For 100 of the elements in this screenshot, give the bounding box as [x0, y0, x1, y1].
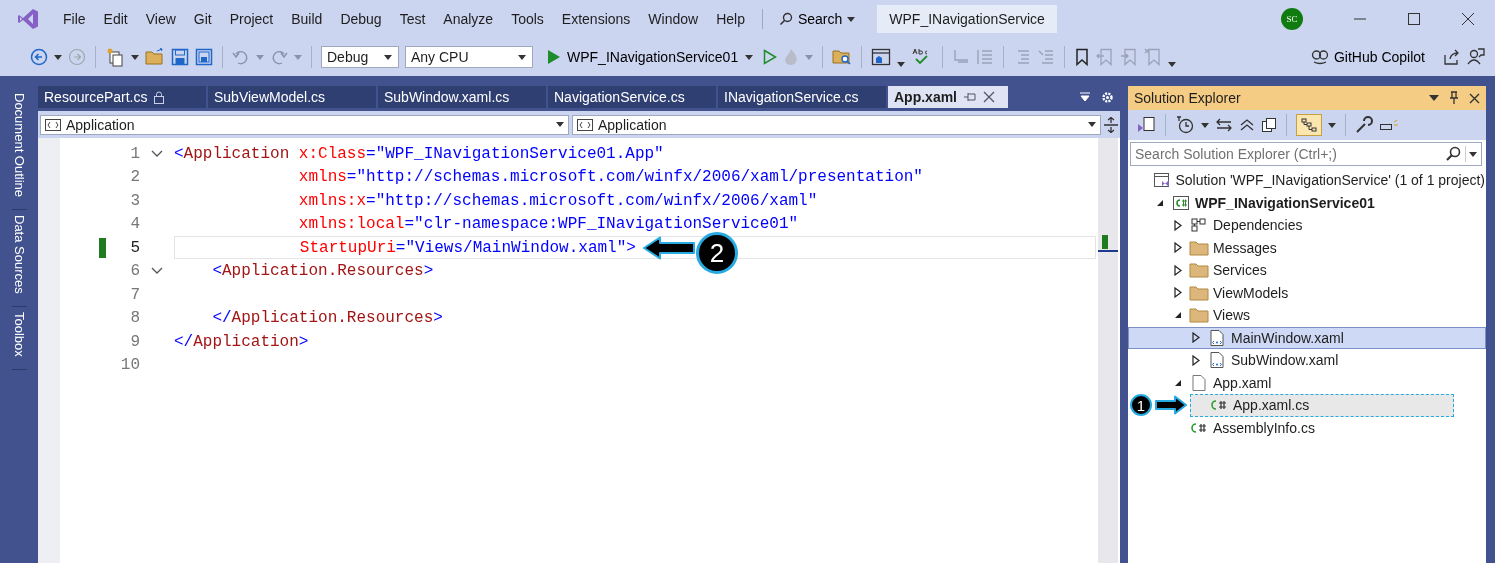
menu-item[interactable]: Build: [282, 11, 332, 27]
menu-item[interactable]: Project: [220, 11, 283, 27]
caret-icon[interactable]: [131, 54, 139, 60]
collapse-all-icon[interactable]: [1239, 118, 1255, 132]
history-icon[interactable]: [1175, 116, 1195, 134]
tree-item[interactable]: Services: [1128, 259, 1486, 282]
tree-item[interactable]: ViewModels: [1128, 281, 1486, 304]
expanded-arrow-icon[interactable]: [1156, 198, 1164, 207]
tree-label: Solution 'WPF_INavigationService' (1 of 1 project): [1175, 172, 1485, 189]
scrollbar[interactable]: [1098, 138, 1118, 563]
menu-item[interactable]: View: [136, 11, 185, 27]
dropdown-icon[interactable]: [1429, 94, 1439, 102]
close-icon[interactable]: [1461, 12, 1475, 26]
menu-item[interactable]: Tools: [502, 11, 553, 27]
collapsed-arrow-icon[interactable]: [1174, 264, 1182, 276]
menu-item[interactable]: File: [54, 11, 95, 27]
caret-icon[interactable]: [1168, 61, 1177, 67]
caret-icon[interactable]: [1201, 122, 1209, 128]
menu-item[interactable]: Git: [184, 11, 221, 27]
configuration-dropdown[interactable]: Debug: [321, 46, 399, 68]
run-icon[interactable]: [763, 49, 778, 65]
document-tab[interactable]: SubWindow.xaml.cs: [378, 86, 546, 108]
feedback-icon[interactable]: [1467, 48, 1485, 66]
expanded-arrow-icon[interactable]: [1174, 311, 1182, 320]
collapsed-arrow-icon[interactable]: [1192, 332, 1200, 344]
navigation-dropdown[interactable]: Application: [572, 114, 1101, 135]
pin-icon[interactable]: [963, 91, 977, 103]
tree-item[interactable]: Solution 'WPF_INavigationService' (1 of 1 project): [1128, 169, 1486, 192]
tree-item[interactable]: App.xaml: [1128, 371, 1486, 394]
close-icon[interactable]: [983, 91, 995, 103]
user-avatar[interactable]: SC: [1281, 8, 1303, 30]
side-tab[interactable]: Data Sources: [11, 212, 27, 307]
line-number: 8: [129, 309, 140, 328]
menu-item[interactable]: Window: [639, 11, 708, 27]
side-tab[interactable]: Document Outline: [11, 90, 27, 211]
tree-item[interactable]: WPF_INavigationService01: [1128, 191, 1486, 214]
tab-list-icon[interactable]: [1079, 91, 1091, 103]
pin-icon[interactable]: [1449, 91, 1459, 105]
new-item-icon[interactable]: [105, 47, 125, 67]
code-line: <Application.Resources>: [211, 262, 434, 281]
window-icon[interactable]: [871, 48, 892, 66]
document-tab[interactable]: ResourcePart.cs: [38, 86, 206, 108]
menu-item[interactable]: Edit: [94, 11, 137, 27]
tree-item[interactable]: App.xaml.cs: [1190, 394, 1454, 417]
caret-icon[interactable]: [54, 54, 62, 60]
wrench-icon[interactable]: [1355, 116, 1373, 134]
line-number: 6: [129, 262, 140, 281]
tree-item[interactable]: Views: [1128, 304, 1486, 327]
show-all-toggle[interactable]: [1296, 114, 1322, 136]
document-tab[interactable]: SubViewModel.cs: [208, 86, 376, 108]
preview-icon[interactable]: [1379, 118, 1399, 132]
maximize-icon[interactable]: [1407, 12, 1421, 26]
element-icon: [577, 118, 593, 131]
split-icon[interactable]: [1104, 116, 1118, 133]
expanded-arrow-icon[interactable]: [1174, 378, 1182, 387]
search-button[interactable]: Search: [770, 11, 864, 27]
menu-item[interactable]: Extensions: [552, 11, 640, 27]
search-field[interactable]: Search Solution Explorer (Ctrl+;): [1130, 142, 1482, 166]
start-button[interactable]: WPF_INavigationService01: [539, 49, 758, 65]
tree-item[interactable]: AssemblyInfo.cs: [1128, 416, 1486, 439]
document-tab[interactable]: App.xaml: [888, 86, 1008, 108]
copy-icon[interactable]: [1261, 117, 1277, 133]
bookmark-icon[interactable]: [1074, 48, 1091, 66]
tree-label: Dependencies: [1213, 217, 1303, 234]
folder-icon: [1189, 239, 1209, 256]
collapsed-arrow-icon[interactable]: [1174, 242, 1182, 254]
vs-switch-icon[interactable]: [1136, 116, 1156, 134]
menu-item[interactable]: Test: [390, 11, 435, 27]
document-tab[interactable]: NavigationService.cs: [548, 86, 716, 108]
collapsed-arrow-icon[interactable]: [1174, 219, 1182, 231]
folder-search-icon[interactable]: [832, 48, 853, 66]
menu-item[interactable]: Help: [707, 11, 754, 27]
collapse-icon[interactable]: [151, 267, 163, 276]
side-tab[interactable]: Toolbox: [11, 308, 27, 370]
tab-label: INavigationService.cs: [724, 89, 859, 105]
share-icon[interactable]: [1443, 48, 1461, 66]
navigation-dropdown[interactable]: Application: [40, 114, 569, 135]
menu-item[interactable]: Debug: [331, 11, 391, 27]
tree-item[interactable]: MainWindow.xaml: [1128, 326, 1486, 349]
collapse-icon[interactable]: [151, 149, 163, 158]
platform-dropdown[interactable]: Any CPU: [405, 46, 533, 68]
tree-item[interactable]: Messages: [1128, 236, 1486, 259]
collapsed-arrow-icon[interactable]: [1174, 287, 1182, 299]
save-icon[interactable]: [171, 48, 189, 66]
tree-item[interactable]: Dependencies: [1128, 214, 1486, 237]
line-number: 10: [119, 356, 140, 375]
open-folder-icon[interactable]: [145, 48, 165, 66]
sync-icon[interactable]: [1215, 118, 1233, 132]
caret-icon[interactable]: [1328, 122, 1336, 128]
tree-item[interactable]: SubWindow.xaml: [1128, 349, 1486, 372]
back-icon[interactable]: [30, 48, 48, 66]
close-icon[interactable]: [1469, 92, 1480, 104]
copilot-button[interactable]: GitHub Copilot: [1304, 48, 1431, 66]
document-tab[interactable]: INavigationService.cs: [718, 86, 886, 108]
collapsed-arrow-icon[interactable]: [1192, 354, 1200, 366]
save-all-icon[interactable]: [195, 48, 213, 66]
menu-item[interactable]: Analyze: [434, 11, 503, 27]
copilot-icon: [1310, 49, 1329, 65]
settings-icon[interactable]: [1101, 90, 1114, 104]
caret-icon[interactable]: [897, 61, 906, 67]
